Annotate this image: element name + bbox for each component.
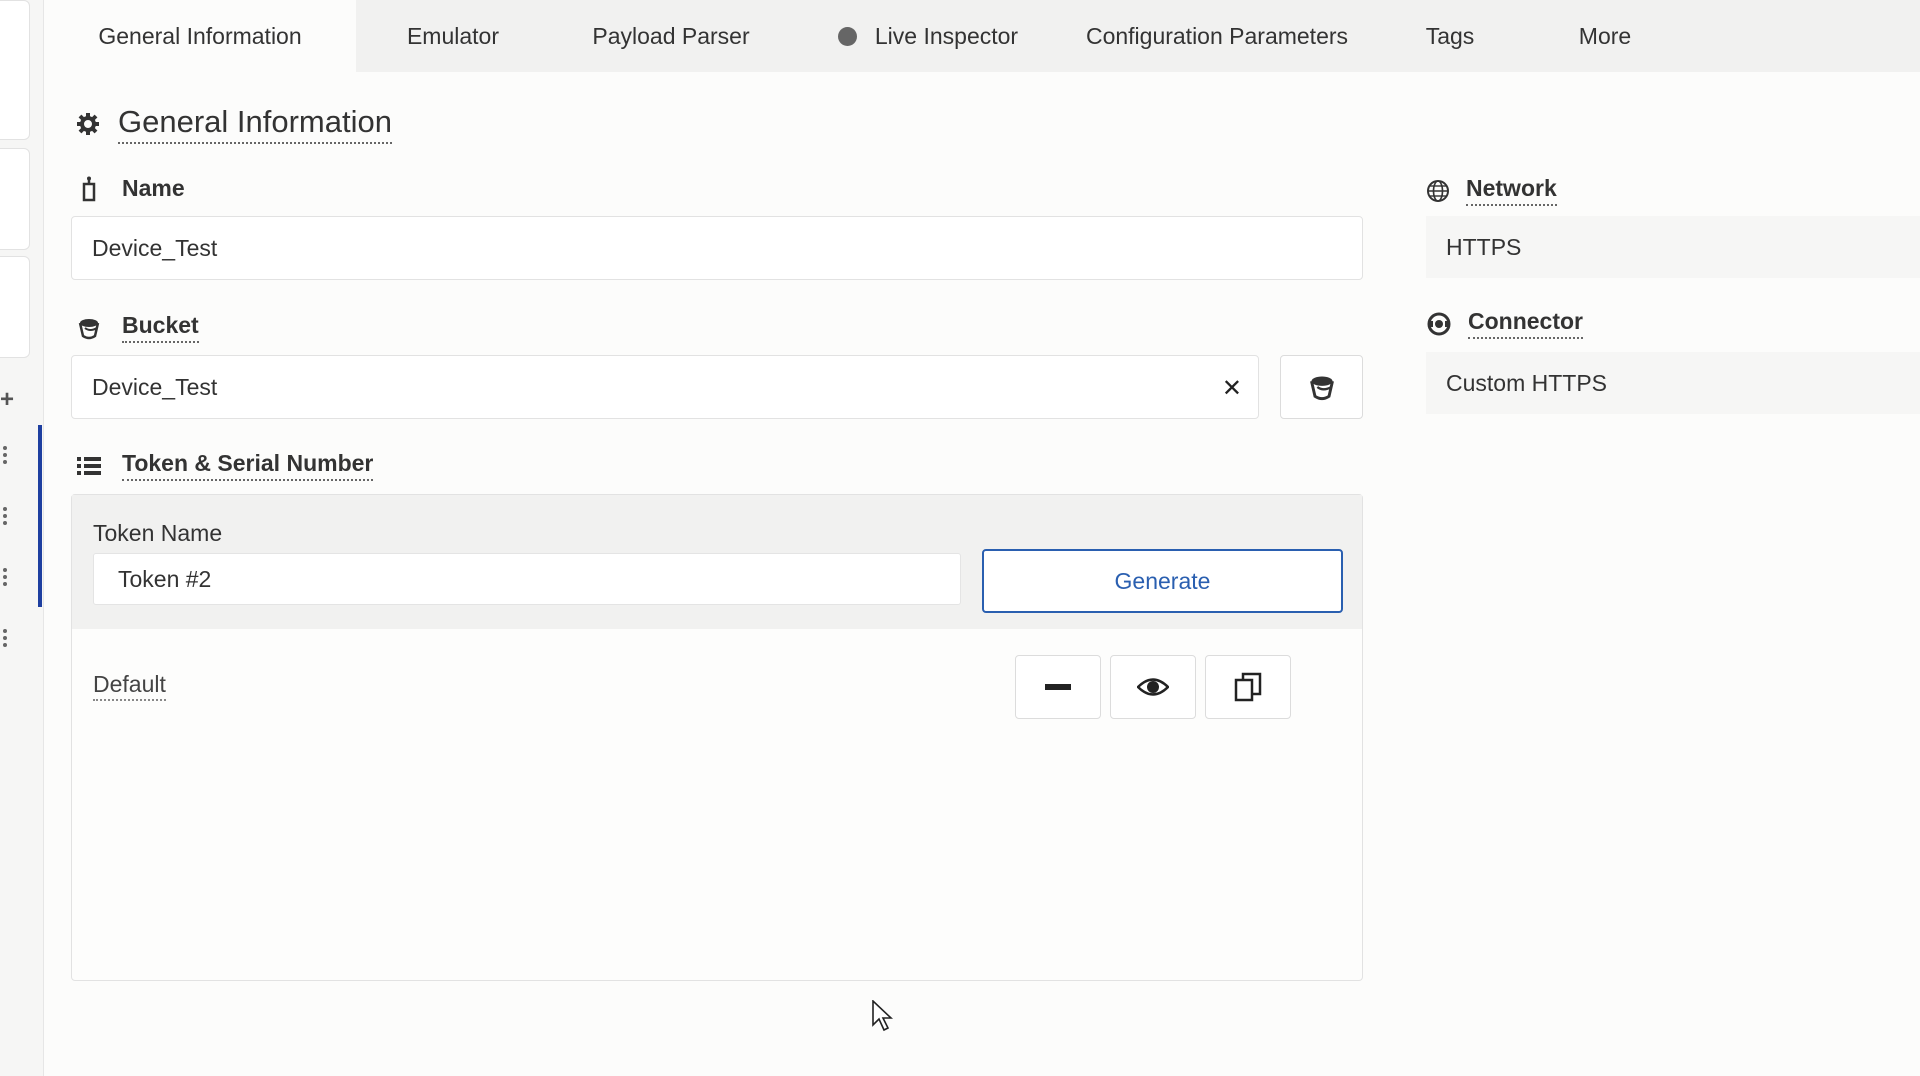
remove-icon	[1045, 684, 1071, 690]
token-name-input[interactable]: Token #2	[93, 553, 961, 605]
close-icon[interactable]: ✕	[1222, 374, 1242, 403]
rail-card[interactable]	[0, 0, 30, 140]
tab-bar: General Information Emulator Payload Par…	[44, 0, 1920, 72]
copy-icon	[1234, 672, 1262, 702]
eye-icon	[1137, 678, 1169, 696]
globe-icon	[1427, 179, 1449, 202]
rail-card[interactable]	[0, 148, 30, 250]
token-header: Token Name Token #2 Generate	[72, 495, 1362, 629]
bucket-label: Bucket	[76, 312, 199, 343]
rail-card[interactable]	[0, 256, 30, 358]
drag-handle-icon[interactable]	[3, 629, 8, 647]
bucket-icon	[1309, 376, 1334, 401]
remove-token-button[interactable]	[1015, 655, 1101, 719]
mouse-cursor-icon	[872, 1000, 894, 1032]
generate-button[interactable]: Generate	[982, 549, 1343, 613]
rail-active-indicator	[38, 425, 42, 607]
add-icon[interactable]: +	[0, 386, 14, 414]
connector-label: Connector	[1426, 308, 1583, 339]
name-input[interactable]: Device_Test	[71, 216, 1363, 280]
token-section-label: Token & Serial Number	[76, 450, 374, 481]
page-title: General Information	[76, 104, 392, 144]
tab-live-inspector[interactable]: Live Inspector	[792, 0, 1064, 72]
token-default-label: Default	[93, 671, 166, 701]
tab-configuration-parameters[interactable]: Configuration Parameters	[1064, 0, 1370, 72]
bucket-input[interactable]: Device_Test ✕	[71, 355, 1259, 419]
gear-icon	[77, 113, 99, 135]
connector-value: Custom HTTPS	[1426, 352, 1920, 414]
token-name-label: Token Name	[93, 520, 223, 546]
left-rail: +	[0, 0, 44, 1076]
name-label: Name	[76, 175, 185, 202]
show-token-button[interactable]	[1110, 655, 1196, 719]
bucket-picker-button[interactable]	[1280, 355, 1363, 419]
network-value: HTTPS	[1426, 216, 1920, 278]
bucket-icon	[76, 316, 102, 340]
device-icon	[76, 176, 102, 202]
network-label: Network	[1426, 175, 1557, 206]
status-dot-icon	[837, 26, 857, 46]
connector-icon	[1427, 312, 1451, 335]
drag-handle-icon[interactable]	[3, 507, 8, 525]
drag-handle-icon[interactable]	[3, 568, 8, 586]
tab-general-information[interactable]: General Information	[44, 0, 356, 72]
tab-more[interactable]: More	[1530, 0, 1680, 72]
copy-token-button[interactable]	[1205, 655, 1291, 719]
tab-tags[interactable]: Tags	[1370, 0, 1530, 72]
drag-handle-icon[interactable]	[3, 446, 8, 464]
token-panel: Token Name Token #2 Generate Default	[71, 494, 1363, 981]
list-icon	[76, 456, 102, 476]
tab-emulator[interactable]: Emulator	[356, 0, 550, 72]
tab-payload-parser[interactable]: Payload Parser	[550, 0, 792, 72]
